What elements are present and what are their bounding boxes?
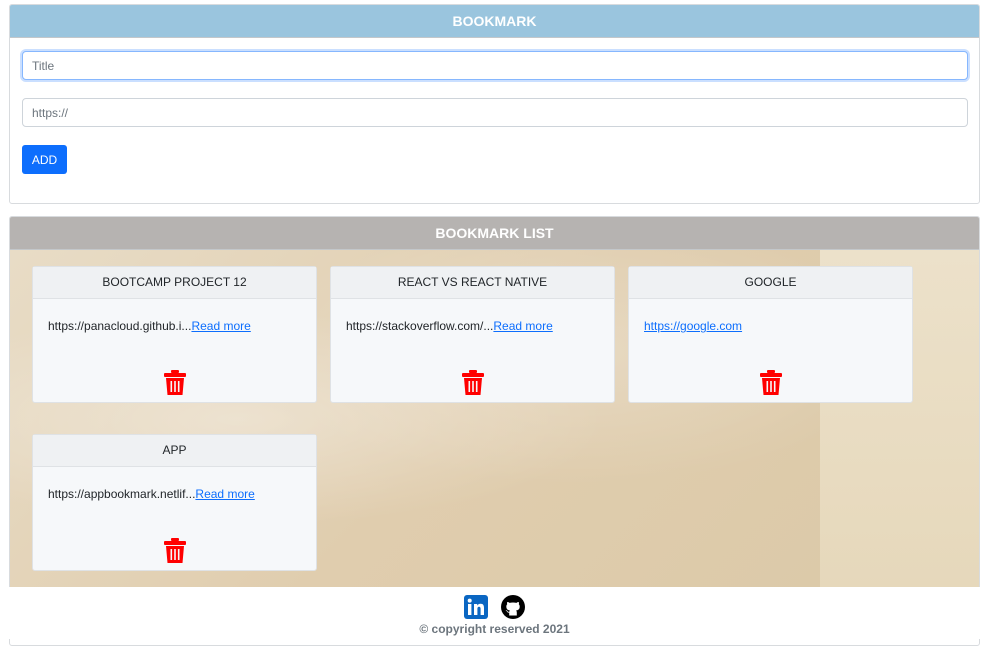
- trash-icon[interactable]: [462, 370, 484, 396]
- card-title: BOOTCAMP PROJECT 12: [33, 267, 316, 299]
- url-input[interactable]: [22, 98, 968, 127]
- bookmark-card: GOOGLE https://google.com: [628, 266, 913, 403]
- add-button[interactable]: ADD: [22, 145, 67, 174]
- read-more-link[interactable]: Read more: [493, 319, 552, 333]
- card-title: REACT VS REACT NATIVE: [331, 267, 614, 299]
- card-url: https://appbookmark.netlif...Read more: [48, 487, 255, 501]
- footer: © copyright reserved 2021: [9, 587, 980, 639]
- bookmark-card: REACT VS REACT NATIVE https://stackoverf…: [330, 266, 615, 403]
- github-icon[interactable]: [501, 595, 525, 619]
- card-url: https://stackoverflow.com/...Read more: [346, 319, 553, 333]
- title-input[interactable]: [22, 51, 968, 80]
- bookmark-form-panel: BOOKMARK ADD: [9, 4, 980, 204]
- bookmark-card: BOOTCAMP PROJECT 12 https://panacloud.gi…: [32, 266, 317, 403]
- read-more-link[interactable]: Read more: [195, 487, 254, 501]
- card-url: https://google.com: [644, 319, 742, 333]
- trash-icon[interactable]: [760, 370, 782, 396]
- card-title: APP: [33, 435, 316, 467]
- card-url-text: https://stackoverflow.com/...: [346, 319, 494, 333]
- trash-icon[interactable]: [164, 538, 186, 564]
- bookmark-form-header: BOOKMARK: [10, 5, 979, 38]
- card-title: GOOGLE: [629, 267, 912, 299]
- card-url: https://panacloud.github.i...Read more: [48, 319, 251, 333]
- read-more-link[interactable]: Read more: [191, 319, 250, 333]
- bookmark-card: APP https://appbookmark.netlif...Read mo…: [32, 434, 317, 571]
- card-url-link[interactable]: https://google.com: [644, 319, 742, 333]
- card-url-text: https://panacloud.github.i...: [48, 319, 192, 333]
- copyright-text: © copyright reserved 2021: [419, 622, 570, 636]
- trash-icon[interactable]: [164, 370, 186, 396]
- bookmark-list-panel: BOOKMARK LIST BOOTCAMP PROJECT 12 https:…: [9, 216, 980, 646]
- linkedin-icon[interactable]: [464, 595, 488, 619]
- social-links: [464, 595, 525, 619]
- bookmark-list-header: BOOKMARK LIST: [10, 217, 979, 250]
- card-url-text: https://appbookmark.netlif...: [48, 487, 196, 501]
